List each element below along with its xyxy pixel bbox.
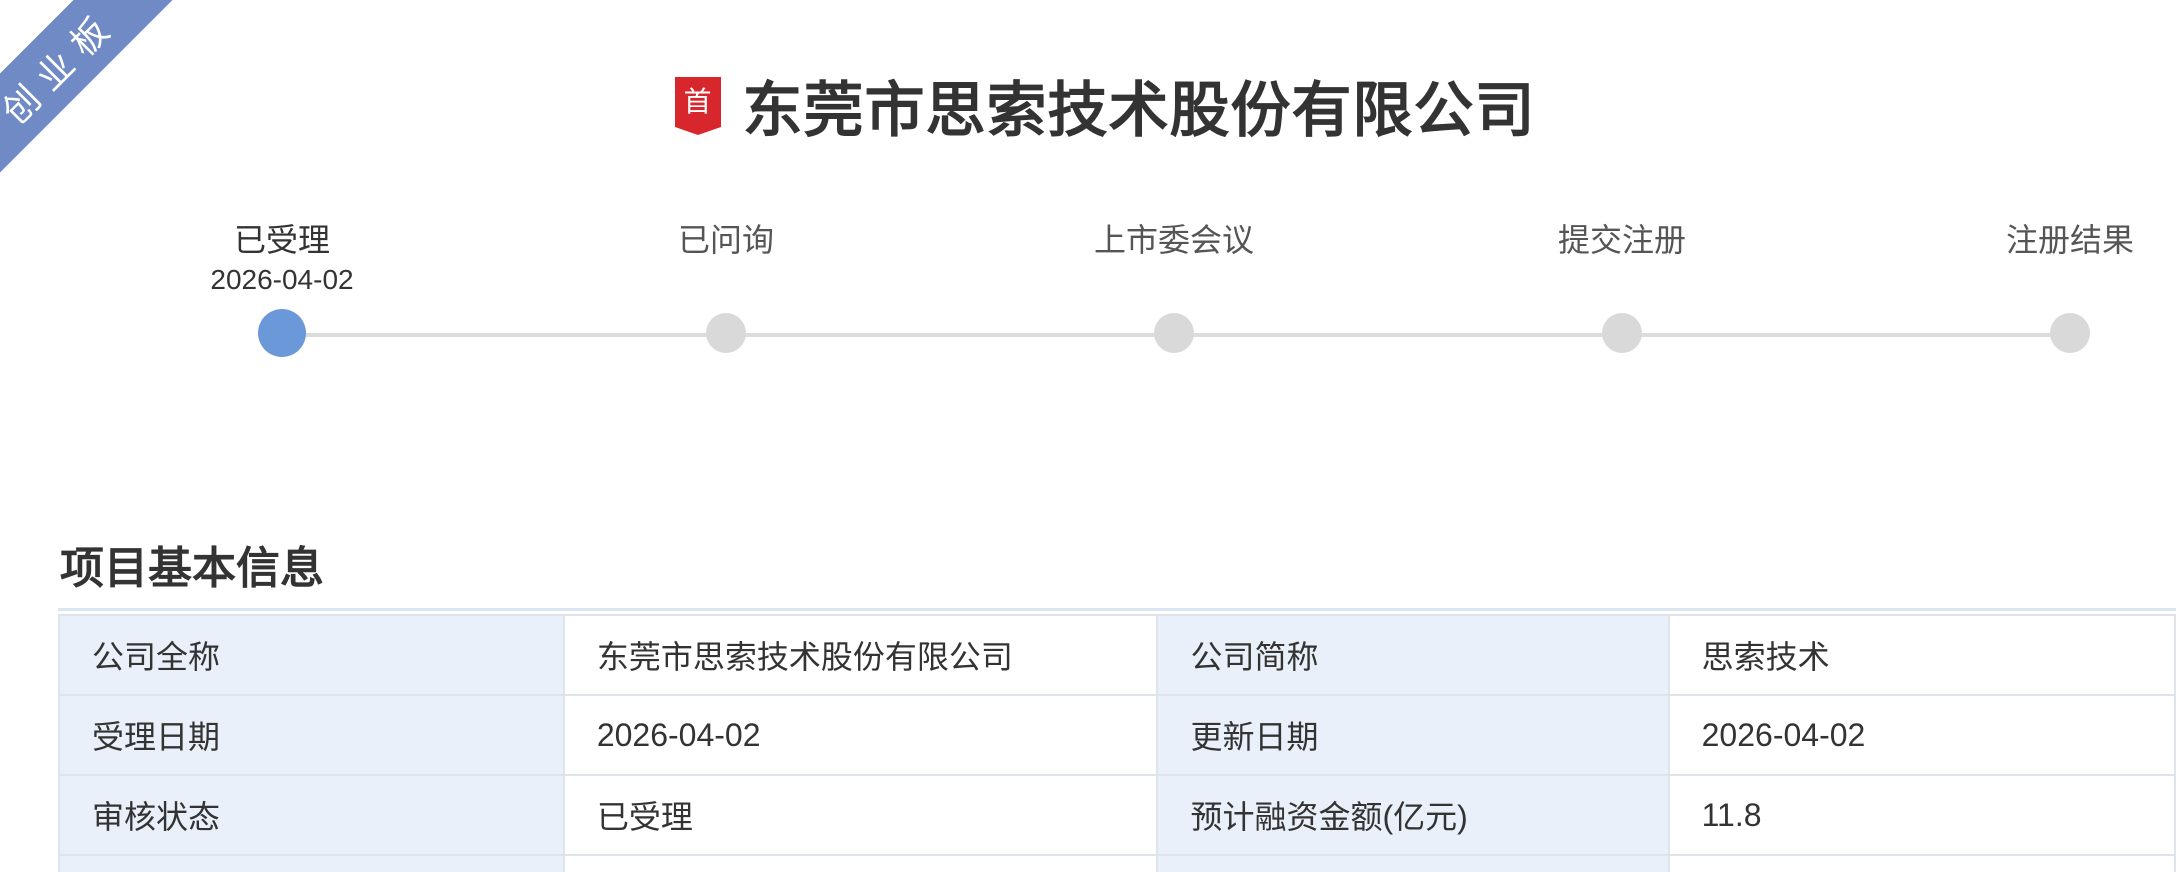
- step-label: 上市委会议: [1093, 222, 1254, 258]
- table-row: 公司全称 东莞市思索技术股份有限公司 公司简称 思索技术: [58, 614, 2176, 696]
- step-dot: [706, 313, 746, 353]
- page-header: 首 东莞市思索技术股份有限公司: [0, 62, 2176, 149]
- project-info-table: 公司全称 东莞市思索技术股份有限公司 公司简称 思索技术 受理日期 2026-0…: [58, 614, 2176, 872]
- step-dot-active: [258, 309, 306, 357]
- table-row: [58, 854, 2176, 872]
- info-value: 11.8: [1667, 774, 2176, 856]
- ipo-project-page: 创业板 首 东莞市思索技术股份有限公司 已受理 2026-04-02 已问询 上…: [0, 0, 2176, 872]
- timeline-step-listing-committee: 上市委会议: [1024, 218, 1324, 353]
- step-date: [576, 262, 876, 298]
- info-value: 东莞市思索技术股份有限公司: [562, 614, 1159, 696]
- step-label: 已问询: [677, 222, 774, 258]
- info-value: 思索技术: [1667, 614, 2176, 696]
- step-dot: [2050, 313, 2090, 353]
- progress-timeline: 已受理 2026-04-02 已问询 上市委会议 提交注册 注册结果: [0, 218, 2176, 378]
- section-divider: [58, 608, 2176, 611]
- info-key: [1156, 854, 1670, 872]
- step-date: [1024, 262, 1324, 298]
- first-listing-badge-icon: 首: [674, 76, 721, 135]
- step-date: 2026-04-02: [210, 264, 354, 295]
- table-row: 受理日期 2026-04-02 更新日期 2026-04-02: [58, 694, 2176, 776]
- info-key: 预计融资金额(亿元): [1156, 774, 1670, 856]
- step-dot: [1154, 313, 1194, 353]
- info-value: [1667, 854, 2176, 872]
- info-value: 已受理: [562, 774, 1159, 856]
- step-date: [1472, 262, 1772, 298]
- page-title: 东莞市思索技术股份有限公司: [742, 77, 1536, 144]
- step-label: 已受理: [233, 222, 330, 258]
- section-title: 项目基本信息: [60, 544, 324, 593]
- info-key: 受理日期: [58, 694, 565, 776]
- timeline-step-accepted: 已受理 2026-04-02: [132, 218, 432, 357]
- step-dot: [1602, 313, 1642, 353]
- step-date: [1920, 262, 2176, 298]
- title-group: 首 东莞市思索技术股份有限公司: [674, 62, 1536, 149]
- info-key: 审核状态: [58, 774, 565, 856]
- table-row: 审核状态 已受理 预计融资金额(亿元) 11.8: [58, 774, 2176, 856]
- info-key: 更新日期: [1156, 694, 1670, 776]
- info-key: 公司全称: [58, 614, 565, 696]
- info-value: [562, 854, 1159, 872]
- info-key: 公司简称: [1156, 614, 1670, 696]
- badge-label: 首: [683, 85, 712, 117]
- info-value: 2026-04-02: [562, 694, 1159, 776]
- step-label: 提交注册: [1557, 222, 1686, 258]
- timeline-step-submit-registration: 提交注册: [1472, 218, 1772, 353]
- info-value: 2026-04-02: [1667, 694, 2176, 776]
- step-label: 注册结果: [2005, 222, 2134, 258]
- timeline-step-inquired: 已问询: [576, 218, 876, 353]
- info-key: [58, 854, 565, 872]
- timeline-step-registration-result: 注册结果: [1920, 218, 2176, 353]
